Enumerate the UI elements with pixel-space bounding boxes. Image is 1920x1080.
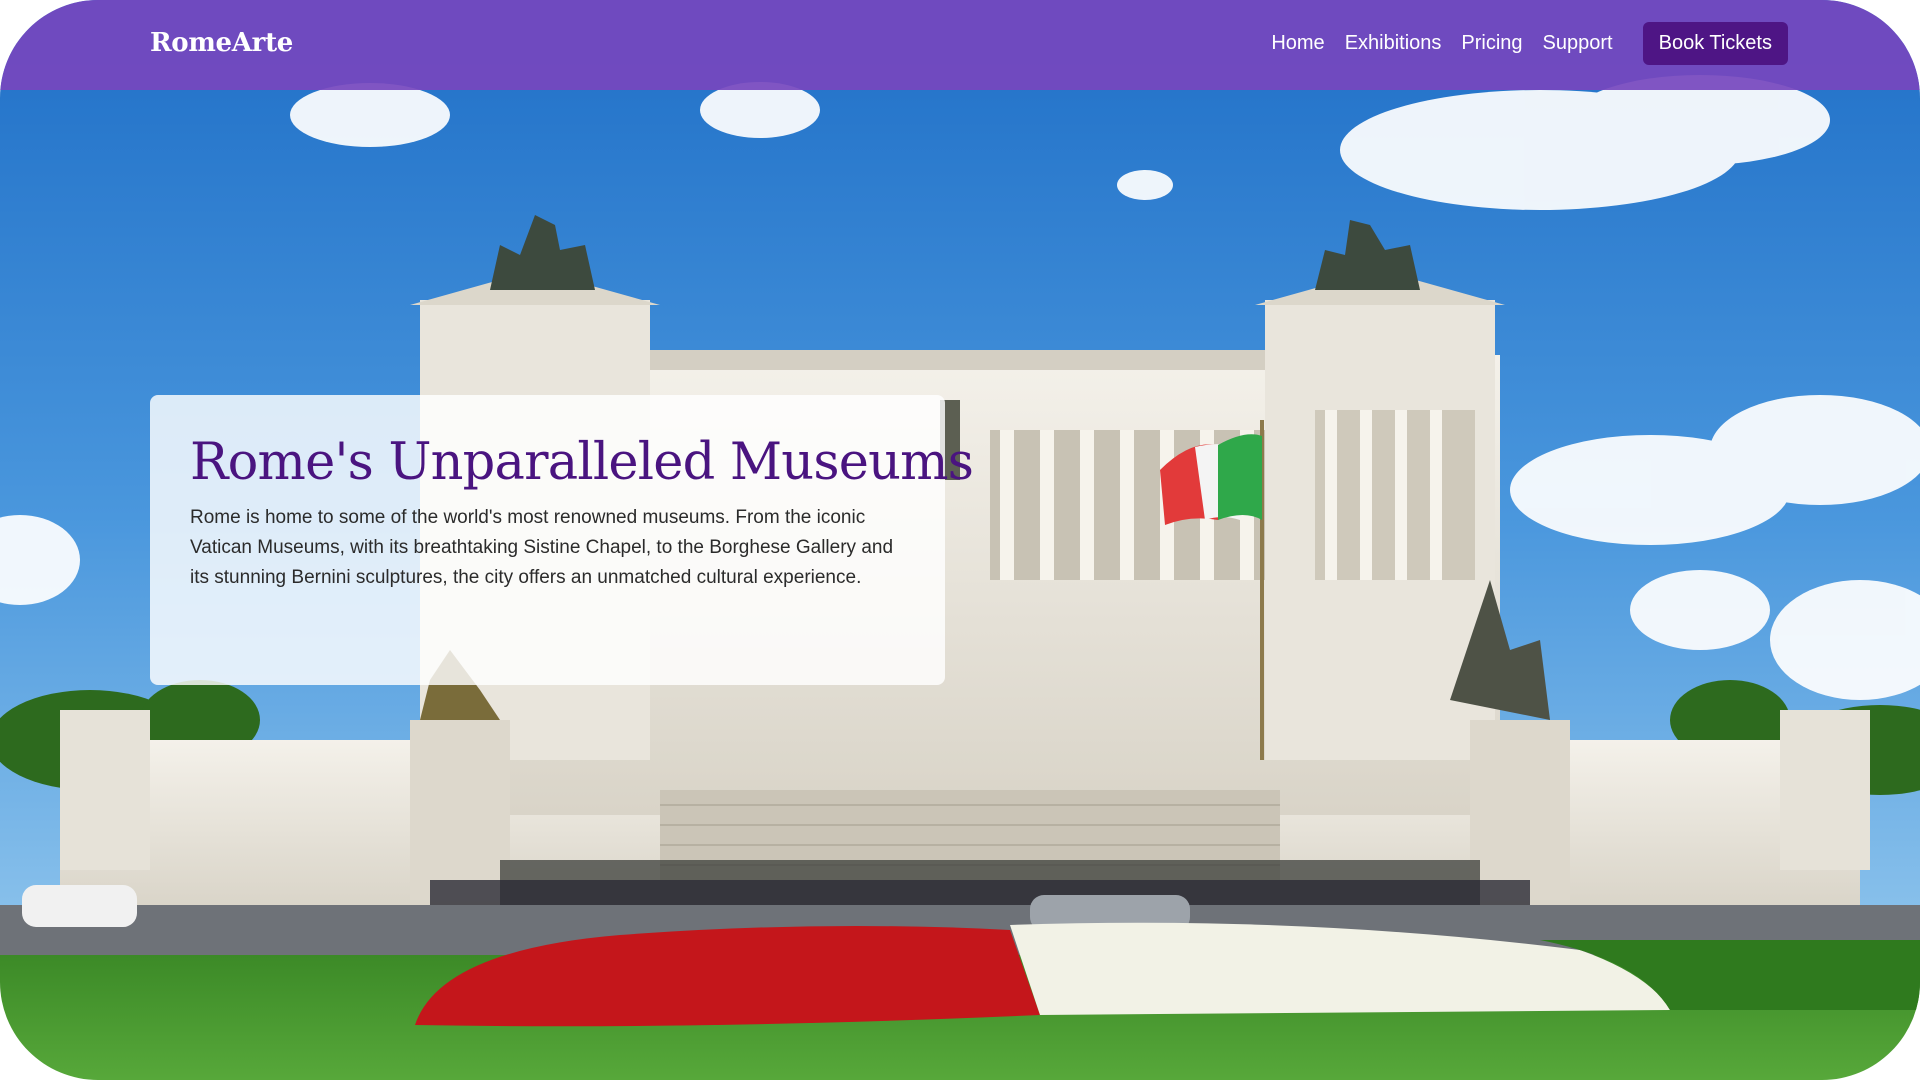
book-tickets-button[interactable]: Book Tickets xyxy=(1642,22,1788,65)
hero-title: Rome's Unparalleled Museums xyxy=(190,433,974,492)
nav-link-support[interactable]: Support xyxy=(1543,32,1613,55)
hero-description: Rome is home to some of the world's most… xyxy=(190,507,894,588)
nav-links: Home Exhibitions Pricing Support Book Ti… xyxy=(1271,22,1788,65)
nav-link-exhibitions[interactable]: Exhibitions xyxy=(1345,32,1442,55)
site-logo[interactable]: RomeArte xyxy=(150,28,293,58)
nav-link-home[interactable]: Home xyxy=(1271,32,1324,55)
top-navbar: RomeArte Home Exhibitions Pricing Suppor… xyxy=(0,0,1920,90)
page-frame: RomeArte Home Exhibitions Pricing Suppor… xyxy=(0,0,1920,1080)
nav-link-pricing[interactable]: Pricing xyxy=(1461,32,1522,55)
hero-card: Rome's Unparalleled Museums Rome is home… xyxy=(150,395,974,685)
